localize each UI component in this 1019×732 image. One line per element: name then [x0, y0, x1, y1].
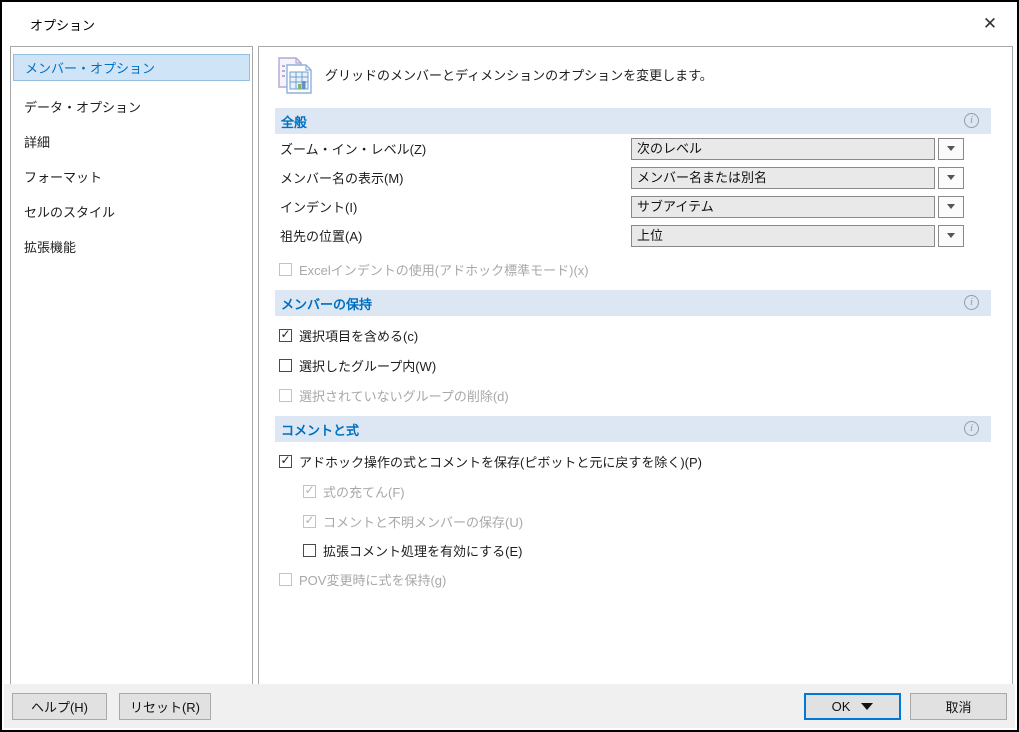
include-selection-checkbox-row: 選択項目を含める(c) — [279, 320, 1012, 350]
sidebar-item-extensions[interactable]: 拡張機能 — [13, 229, 250, 264]
zoom-in-level-label: ズーム・イン・レベル(Z) — [280, 139, 631, 158]
within-selected-group-checkbox-row: 選択したグループ内(W) — [279, 350, 1012, 380]
sidebar-item-member-options[interactable]: メンバー・オプション — [13, 54, 250, 81]
dialog-title: オプション — [30, 15, 95, 34]
cancel-button-label: 取消 — [945, 697, 971, 716]
formula-fill-checkbox-row: 式の充てん(F) — [303, 476, 1012, 506]
indentation-label: インデント(I) — [280, 197, 631, 216]
dropdown-arrow-icon[interactable] — [861, 703, 873, 710]
chevron-down-icon[interactable] — [938, 196, 964, 218]
within-selected-group-label: 選択したグループ内(W) — [299, 356, 436, 375]
reset-button-label: リセット(R) — [130, 697, 200, 716]
excel-indent-label: Excelインデントの使用(アドホック標準モード)(x) — [299, 260, 589, 279]
dropdown-value[interactable]: サブアイテム — [631, 196, 935, 218]
ok-button-label: OK — [832, 699, 851, 714]
panel-description-row: グリッドのメンバーとディメンションのオプションを変更します。 — [272, 54, 1012, 104]
indentation-dropdown[interactable]: サブアイテム — [631, 196, 964, 218]
checkbox-unchecked[interactable] — [279, 263, 292, 276]
dropdown-value[interactable]: 上位 — [631, 225, 935, 247]
section-title: 全般 — [281, 112, 307, 131]
sidebar-item-label: セルのスタイル — [24, 202, 115, 221]
chevron-down-icon[interactable] — [938, 167, 964, 189]
checkbox-unchecked[interactable] — [279, 359, 292, 372]
remove-unselected-groups-label: 選択されていないグループの削除(d) — [299, 386, 509, 405]
sidebar-item-label: フォーマット — [24, 167, 102, 186]
section-title: コメントと式 — [281, 420, 359, 439]
excel-indent-checkbox-row: Excelインデントの使用(アドホック標準モード)(x) — [279, 256, 1012, 283]
zoom-in-level-row: ズーム・イン・レベル(Z) 次のレベル — [280, 134, 1012, 163]
preserve-comments-unknown-members-label: コメントと不明メンバーの保存(U) — [323, 512, 523, 531]
enhanced-comment-handling-label: 拡張コメント処理を有効にする(E) — [323, 541, 522, 560]
checkbox-checked[interactable] — [279, 455, 292, 468]
ancestor-position-label: 祖先の位置(A) — [280, 226, 631, 245]
grid-document-icon — [272, 54, 316, 98]
sidebar-item-label: データ・オプション — [24, 97, 141, 116]
info-icon[interactable]: i — [964, 421, 979, 436]
section-header-member-retention: メンバーの保持 i — [275, 290, 991, 316]
formula-fill-label: 式の充てん(F) — [323, 482, 405, 501]
checkbox-unchecked[interactable] — [303, 544, 316, 557]
chevron-down-icon[interactable] — [938, 138, 964, 160]
member-name-display-row: メンバー名の表示(M) メンバー名または別名 — [280, 163, 1012, 192]
preserve-formula-on-pov-change-label: POV変更時に式を保持(g) — [299, 570, 446, 589]
enhanced-comment-handling-checkbox-row: 拡張コメント処理を有効にする(E) — [303, 536, 1012, 564]
sidebar-item-label: 拡張機能 — [24, 237, 76, 256]
checkbox-checked[interactable] — [303, 485, 316, 498]
sidebar-item-advanced[interactable]: 詳細 — [13, 124, 250, 159]
sidebar-item-label: 詳細 — [24, 132, 50, 151]
remove-unselected-groups-checkbox-row: 選択されていないグループの削除(d) — [279, 380, 1012, 410]
ok-button[interactable]: OK — [804, 693, 901, 720]
info-icon[interactable]: i — [964, 295, 979, 310]
dropdown-value[interactable]: メンバー名または別名 — [631, 167, 935, 189]
chevron-down-icon[interactable] — [938, 225, 964, 247]
ancestor-position-dropdown[interactable]: 上位 — [631, 225, 964, 247]
sidebar-item-formatting[interactable]: フォーマット — [13, 159, 250, 194]
help-button-label: ヘルプ(H) — [31, 697, 88, 716]
member-name-display-dropdown[interactable]: メンバー名または別名 — [631, 167, 964, 189]
cancel-button[interactable]: 取消 — [910, 693, 1007, 720]
close-icon[interactable]: ✕ — [975, 10, 1005, 38]
checkbox-unchecked[interactable] — [279, 389, 292, 402]
help-button[interactable]: ヘルプ(H) — [12, 693, 107, 720]
options-dialog: オプション ✕ メンバー・オプション データ・オプション 詳細 フォーマット セ… — [0, 0, 1019, 732]
section-title: メンバーの保持 — [281, 294, 372, 313]
preserve-comments-unknown-members-checkbox-row: コメントと不明メンバーの保存(U) — [303, 506, 1012, 536]
include-selection-label: 選択項目を含める(c) — [299, 326, 418, 345]
preserve-formulas-comments-checkbox-row: アドホック操作の式とコメントを保存(ピボットと元に戻すを除く)(P) — [279, 446, 1012, 476]
member-options-panel: グリッドのメンバーとディメンションのオプションを変更します。 全般 i ズーム・… — [258, 46, 1013, 688]
indentation-row: インデント(I) サブアイテム — [280, 192, 1012, 221]
section-header-comments-formulas: コメントと式 i — [275, 416, 991, 442]
section-header-general: 全般 i — [275, 108, 991, 134]
info-icon[interactable]: i — [964, 113, 979, 128]
sidebar-item-cell-styles[interactable]: セルのスタイル — [13, 194, 250, 229]
dialog-button-bar: ヘルプ(H) リセット(R) OK 取消 — [4, 684, 1015, 728]
options-category-list: メンバー・オプション データ・オプション 詳細 フォーマット セルのスタイル 拡… — [10, 46, 253, 688]
sidebar-item-label: メンバー・オプション — [25, 58, 155, 77]
preserve-formula-on-pov-change-checkbox-row: POV変更時に式を保持(g) — [279, 564, 1012, 594]
zoom-in-level-dropdown[interactable]: 次のレベル — [631, 138, 964, 160]
ancestor-position-row: 祖先の位置(A) 上位 — [280, 221, 1012, 250]
dropdown-value[interactable]: 次のレベル — [631, 138, 935, 160]
checkbox-unchecked[interactable] — [279, 573, 292, 586]
checkbox-checked[interactable] — [303, 515, 316, 528]
title-bar: オプション ✕ — [2, 2, 1017, 44]
reset-button[interactable]: リセット(R) — [119, 693, 211, 720]
sidebar-item-data-options[interactable]: データ・オプション — [13, 89, 250, 124]
panel-description: グリッドのメンバーとディメンションのオプションを変更します。 — [325, 65, 713, 84]
member-name-display-label: メンバー名の表示(M) — [280, 168, 631, 187]
preserve-formulas-comments-label: アドホック操作の式とコメントを保存(ピボットと元に戻すを除く)(P) — [299, 452, 702, 471]
checkbox-checked[interactable] — [279, 329, 292, 342]
